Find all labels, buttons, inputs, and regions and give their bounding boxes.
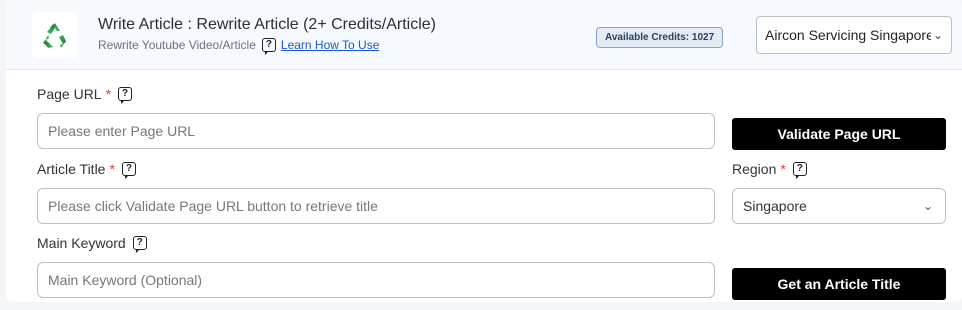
learn-how-to-use-link[interactable]: Learn How To Use (281, 38, 380, 52)
app-logo (32, 12, 78, 58)
main-keyword-placeholder: Main Keyword (Optional) (48, 272, 203, 288)
page-url-label: Page URL * ? (37, 86, 133, 104)
required-asterisk: * (780, 161, 786, 177)
chevron-down-icon: ⌄ (930, 17, 943, 53)
main-keyword-label: Main Keyword ? (37, 235, 147, 253)
article-title-placeholder: Please click Validate Page URL button to… (48, 198, 378, 214)
main-keyword-input[interactable]: Main Keyword (Optional) (37, 262, 715, 298)
page-subtitle: Rewrite Youtube Video/Article ? Learn Ho… (98, 38, 380, 55)
help-question-icon[interactable]: ? (121, 162, 136, 179)
validate-page-url-button[interactable]: Validate Page URL (732, 118, 946, 150)
subtitle-text: Rewrite Youtube Video/Article (98, 38, 256, 52)
page-title: Write Article : Rewrite Article (2+ Cred… (98, 16, 437, 33)
page-url-input[interactable]: Please enter Page URL (37, 113, 715, 149)
region-label-text: Region (732, 161, 777, 177)
help-question-icon[interactable]: ? (118, 87, 133, 104)
region-select-value: Singapore (743, 198, 807, 214)
help-question-icon[interactable]: ? (792, 162, 807, 179)
project-selector[interactable]: Aircon Servicing Singapore ⌄ (756, 16, 952, 54)
article-card: Write Article : Rewrite Article (2+ Cred… (6, 0, 962, 302)
required-asterisk: * (105, 86, 112, 102)
recycle-icon (43, 23, 66, 48)
region-label: Region * ? (732, 161, 807, 179)
page-url-placeholder: Please enter Page URL (48, 123, 196, 139)
get-article-title-button[interactable]: Get an Article Title (732, 268, 946, 300)
article-title-label-text: Article Title (37, 161, 106, 177)
region-select[interactable]: Singapore ⌄ (732, 188, 946, 224)
required-asterisk: * (109, 161, 115, 177)
card-header: Write Article : Rewrite Article (2+ Cred… (6, 0, 962, 70)
main-keyword-label-text: Main Keyword (37, 235, 126, 251)
available-credits-badge: Available Credits: 1027 (596, 27, 724, 48)
article-title-label: Article Title * ? (37, 161, 136, 179)
page-url-label-text: Page URL (37, 86, 102, 102)
article-title-input[interactable]: Please click Validate Page URL button to… (37, 188, 715, 224)
chevron-down-icon: ⌄ (922, 199, 933, 213)
help-question-icon[interactable]: ? (132, 236, 147, 253)
project-selector-value: Aircon Servicing Singapore (765, 27, 934, 43)
help-question-icon[interactable]: ? (261, 38, 276, 55)
